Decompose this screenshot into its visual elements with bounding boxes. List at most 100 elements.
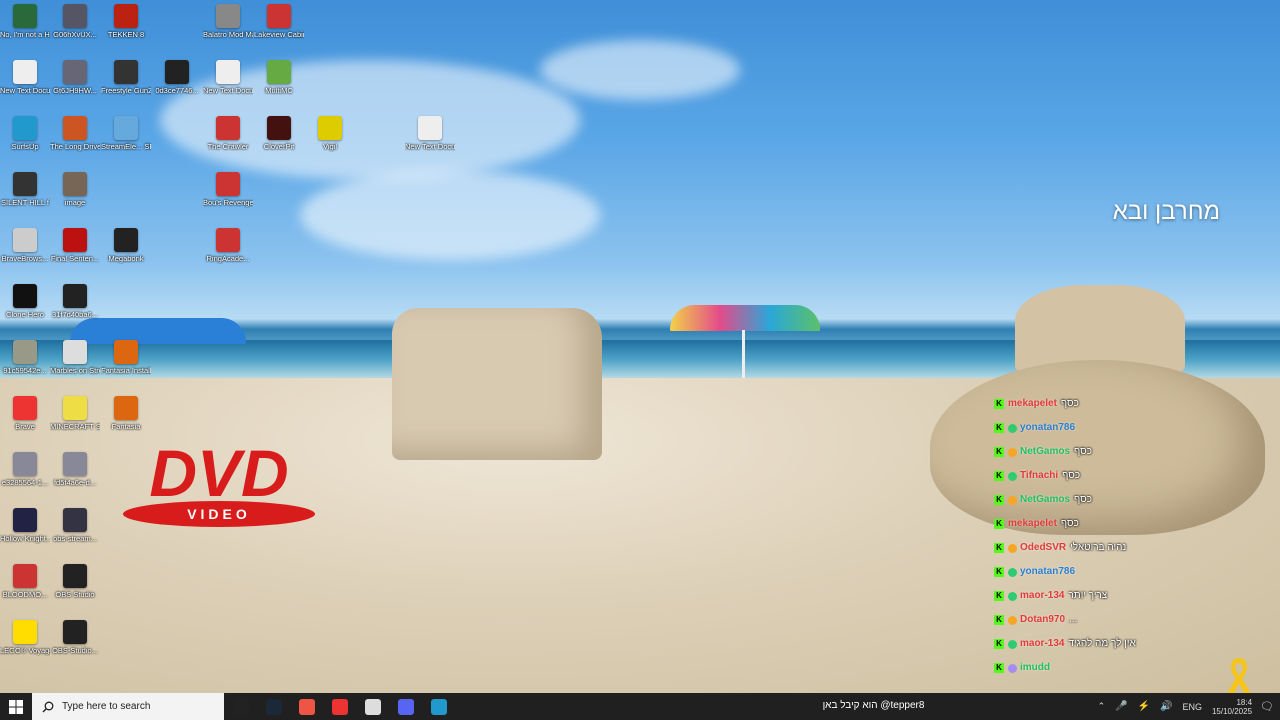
desktop-icon-label: e3285564-1... <box>1 478 49 487</box>
steam-app-icon <box>265 698 282 715</box>
taskbar-streamelements-app[interactable] <box>422 693 455 720</box>
desktop-icon[interactable]: StreamEle... SE.Live <box>101 116 151 152</box>
desktop-icon[interactable]: Balatro Mod Manager <box>203 4 253 40</box>
desktop-icon[interactable]: Clone Hero <box>0 284 50 320</box>
chat-message: K OdedSVR נהיה ברוטאלי <box>994 536 1274 560</box>
app-icon <box>216 116 240 140</box>
desktop-icon-label: LEGO® Voyagers <box>0 646 50 655</box>
chat-badge-icon <box>1008 423 1017 433</box>
app-icon <box>418 116 442 140</box>
desktop-icon-label: SurfsUp <box>11 142 39 151</box>
tray-chevron-icon[interactable]: ⌃ <box>1098 701 1106 712</box>
beach-umbrella <box>670 305 820 331</box>
desktop-icon[interactable]: CloverPit <box>254 116 304 152</box>
start-button[interactable] <box>0 693 32 720</box>
desktop-icon-label: SILENT HILL f <box>1 198 49 207</box>
app-icon <box>63 452 87 476</box>
desktop-icon-label: Freestyle GunZ <box>101 86 151 95</box>
desktop-icon[interactable]: New Text Docume... <box>203 60 253 96</box>
dvd-logo: DVD VIDEO <box>123 438 315 527</box>
app-icon <box>13 116 37 140</box>
app-icon <box>13 508 37 532</box>
chat-badge-icon <box>1008 471 1017 481</box>
desktop-icon-label: Megabonk <box>108 254 144 263</box>
desktop-icon[interactable]: TEKKEN 8 <box>101 4 151 40</box>
desktop-icon[interactable]: G06hXvUX... <box>50 4 100 40</box>
desktop-icon[interactable]: MINECRAFT SPEEDRUN <box>50 396 100 432</box>
network-icon[interactable]: ⚡ <box>1138 701 1150 712</box>
chat-text: כסף <box>1062 470 1081 481</box>
desktop-icon[interactable]: The Crawler <box>203 116 253 152</box>
desktop-icon-label: OBS-Studio... <box>52 646 98 655</box>
desktop-icon[interactable]: RingAcade... <box>203 228 253 264</box>
desktop-icon-label: New Text Docume... <box>0 86 50 95</box>
chat-username: maor-134 <box>1020 638 1065 649</box>
volume-icon[interactable]: 🔊 <box>1160 701 1172 712</box>
desktop-icon[interactable]: BLOODMO... <box>0 564 50 600</box>
language-indicator[interactable]: ENG <box>1182 702 1202 712</box>
app-icon <box>318 116 342 140</box>
desktop-icon[interactable]: Brave <box>0 396 50 432</box>
chat-username: yonatan786 <box>1020 422 1076 433</box>
taskbar-steam-app[interactable] <box>257 693 290 720</box>
taskbar-brave-app[interactable] <box>323 693 356 720</box>
desktop-icon-label: 31f7d40ba6... <box>52 310 98 319</box>
brave-app-icon <box>331 698 348 715</box>
kick-logo-icon: K <box>994 543 1004 553</box>
desktop-icon[interactable]: image <box>50 172 100 208</box>
chat-username: Dotan970 <box>1020 614 1066 625</box>
desktop-icon[interactable]: Vigil <box>305 116 355 152</box>
desktop-icon[interactable]: 31f7d40ba6... <box>50 284 100 320</box>
desktop-icon[interactable]: New Text Docume... <box>405 116 455 152</box>
desktop-icon[interactable]: Fantasia <box>101 396 151 432</box>
taskbar-chrome-app[interactable] <box>290 693 323 720</box>
desktop-icon-label: BraveBrows... <box>1 254 49 263</box>
microphone-icon[interactable]: 🎤 <box>1115 701 1127 712</box>
notifications-icon[interactable]: 🗨 <box>1260 700 1274 713</box>
taskbar-discord-app[interactable] <box>389 693 422 720</box>
windows-logo-icon <box>9 699 23 714</box>
desktop-icon[interactable]: LEGO® Voyagers <box>0 620 50 656</box>
chat-message: Kmekapelet כסף <box>994 392 1274 416</box>
desktop-icon-label: Final Senten... <box>50 254 100 263</box>
chat-message: K NetGamos כסף <box>994 440 1274 464</box>
chat-username: NetGamos <box>1020 446 1071 457</box>
kick-logo-icon: K <box>994 567 1004 577</box>
desktop-icon[interactable]: MultiMC <box>254 60 304 96</box>
taskbar-search-box[interactable]: Type here to search <box>32 693 224 720</box>
chat-message: Kmekapelet כסף <box>994 512 1274 536</box>
app-icon <box>114 228 138 252</box>
desktop-icon[interactable]: Fantasia Installer <box>101 340 151 376</box>
desktop-icon[interactable]: Final Senten... <box>50 228 100 264</box>
desktop-icon[interactable]: Marbles on Stream <box>50 340 100 376</box>
desktop-icon[interactable]: No, I'm not a Human <box>0 4 50 40</box>
desktop-icon[interactable]: e3285564-1... <box>0 452 50 488</box>
desktop-icon-label: MINECRAFT SPEEDRUN <box>50 422 100 431</box>
desktop-icon[interactable]: 91c59542e... <box>0 340 50 376</box>
app-icon <box>63 284 87 308</box>
taskbar-obs-app[interactable] <box>224 693 257 720</box>
desktop-icon[interactable]: The Long Drive <box>50 116 100 152</box>
yellow-ribbon-icon <box>1227 658 1251 695</box>
desktop-icon[interactable]: New Text Docume... <box>0 60 50 96</box>
taskbar-obs-cap-app[interactable] <box>356 693 389 720</box>
desktop-icon[interactable]: SILENT HILL f <box>0 172 50 208</box>
desktop-icon[interactable]: Bou's Revenge by... <box>203 172 253 208</box>
desktop-icon[interactable]: fd5f4a6e-d... <box>50 452 100 488</box>
app-icon <box>13 396 37 420</box>
desktop-icon[interactable]: 0d3ce7746... <box>152 60 202 96</box>
desktop-icon[interactable]: obs-stream... <box>50 508 100 544</box>
kick-logo-icon: K <box>994 447 1004 457</box>
desktop-icon[interactable]: BraveBrows... <box>0 228 50 264</box>
desktop-icon[interactable]: Gt6JH9HW... <box>50 60 100 96</box>
desktop-icon[interactable]: Megabonk <box>101 228 151 264</box>
desktop-icon[interactable]: Hollow Knight... <box>0 508 50 544</box>
desktop-icon[interactable]: Freestyle GunZ <box>101 60 151 96</box>
discord-app-icon <box>397 698 414 715</box>
app-icon <box>63 228 87 252</box>
desktop-icon[interactable]: OBS Studio <box>50 564 100 600</box>
clock[interactable]: 18:4 15/10/2025 <box>1212 698 1252 716</box>
desktop-icon[interactable]: OBS-Studio... <box>50 620 100 656</box>
desktop-icon[interactable]: SurfsUp <box>0 116 50 152</box>
desktop-icon[interactable]: Lakeview Cabin 1 Win <box>254 4 304 40</box>
